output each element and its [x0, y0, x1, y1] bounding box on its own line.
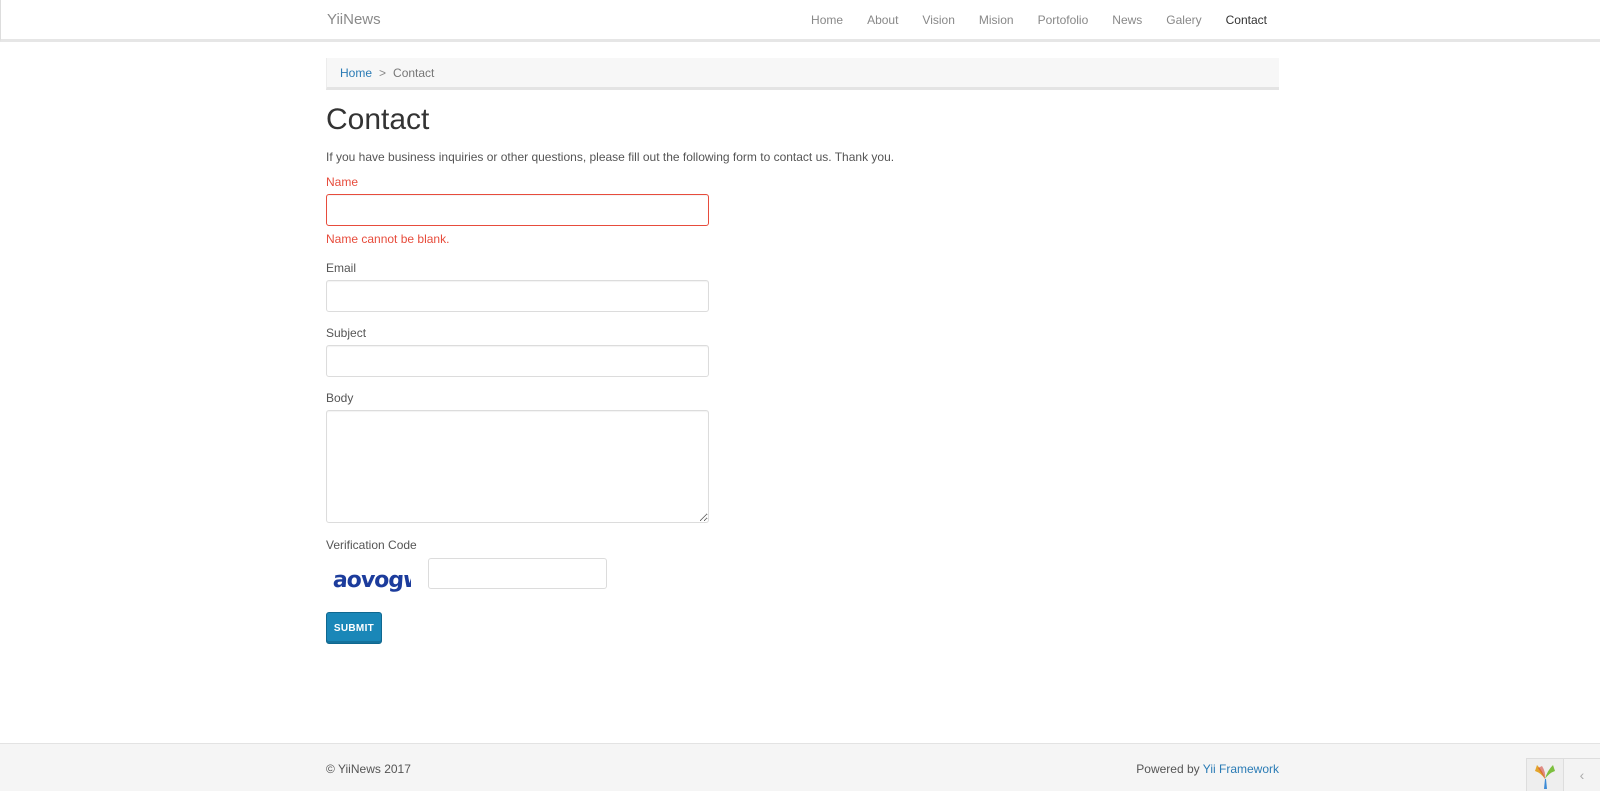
nav-item-home: Home [799, 13, 855, 27]
nav-item-galery: Galery [1154, 13, 1213, 27]
page-title: Contact [326, 103, 430, 136]
nav-link-vision[interactable]: Vision [910, 13, 966, 27]
breadcrumb: Home > Contact [326, 58, 1279, 90]
intro-text: If you have business inquiries or other … [326, 150, 895, 164]
email-label: Email [326, 261, 357, 275]
nav-link-news[interactable]: News [1100, 13, 1154, 27]
footer: © YiiNews 2017 Powered by Yii Framework [0, 743, 1600, 791]
email-field[interactable] [326, 280, 709, 312]
footer-powered-by: Powered by Yii Framework [1136, 762, 1279, 776]
yii-logo-svg [1535, 765, 1555, 789]
name-field[interactable] [326, 194, 709, 226]
nav-item-mision: Mision [967, 13, 1026, 27]
nav-item-contact: Contact [1214, 13, 1279, 27]
powered-by-text: Powered by [1136, 762, 1203, 776]
nav-link-galery[interactable]: Galery [1154, 13, 1213, 27]
main-nav: Home About Vision Mision Portofolio News… [799, 0, 1279, 40]
yii-logo-icon[interactable] [1526, 758, 1564, 791]
body-field[interactable] [326, 410, 709, 523]
navbar: YiiNews Home About Vision Mision Portofo… [0, 0, 1600, 42]
breadcrumb-current: Contact [393, 65, 435, 80]
verification-code-field[interactable] [428, 558, 607, 589]
captcha-image[interactable]: aovogw [333, 565, 411, 593]
chevron-left-icon[interactable]: ‹ [1564, 758, 1600, 791]
name-label: Name [326, 175, 359, 189]
footer-copyright: © YiiNews 2017 [326, 762, 411, 776]
nav-item-news: News [1100, 13, 1154, 27]
nav-item-portofolio: Portofolio [1026, 13, 1101, 27]
nav-item-about: About [855, 13, 910, 27]
nav-link-home[interactable]: Home [799, 13, 855, 27]
verification-code-label: Verification Code [326, 538, 417, 552]
nav-item-vision: Vision [910, 13, 966, 27]
yii-framework-link[interactable]: Yii Framework [1203, 762, 1279, 776]
nav-link-contact[interactable]: Contact [1214, 13, 1279, 27]
captcha-text: aovogw [333, 568, 411, 593]
submit-button[interactable]: SUBMIT [326, 612, 382, 644]
nav-link-mision[interactable]: Mision [967, 13, 1026, 27]
breadcrumb-separator: > [379, 65, 387, 80]
nav-link-about[interactable]: About [855, 13, 910, 27]
brand-link[interactable]: YiiNews [327, 11, 381, 28]
subject-field[interactable] [326, 345, 709, 377]
subject-label: Subject [326, 326, 367, 340]
breadcrumb-home-link[interactable]: Home [340, 66, 372, 80]
nav-link-portofolio[interactable]: Portofolio [1026, 13, 1101, 27]
name-error-message: Name cannot be blank. [326, 232, 450, 246]
body-label: Body [326, 391, 354, 405]
